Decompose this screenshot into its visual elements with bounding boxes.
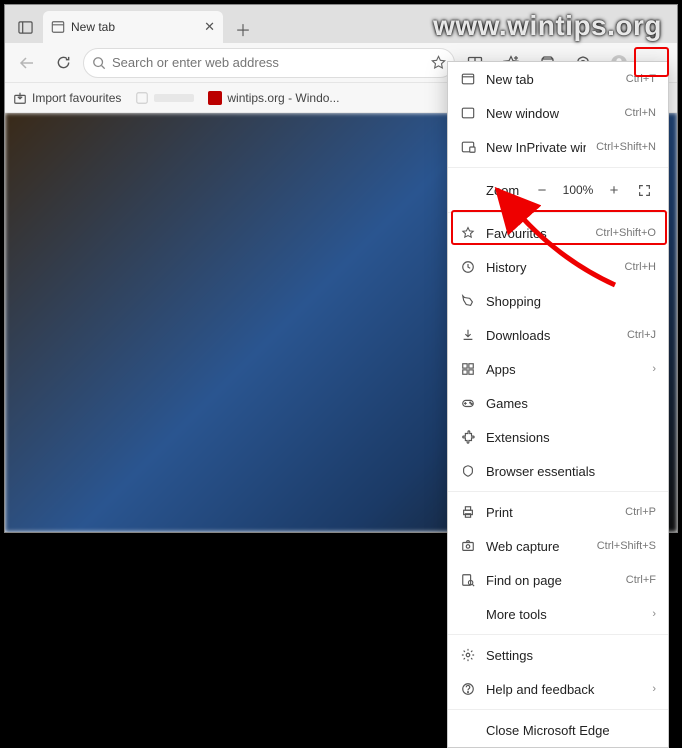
back-button[interactable] xyxy=(11,47,43,79)
tab-title: New tab xyxy=(71,20,115,34)
close-tab-icon[interactable]: ✕ xyxy=(204,19,215,35)
wintips-favicon xyxy=(208,91,222,105)
apps-icon xyxy=(460,362,476,376)
menu-apps[interactable]: Apps › xyxy=(448,352,668,386)
import-favourites-label: Import favourites xyxy=(32,91,121,105)
import-favourites-button[interactable]: Import favourites xyxy=(13,91,121,105)
menu-close-edge[interactable]: Close Microsoft Edge xyxy=(448,713,668,747)
menu-inprivate[interactable]: New InPrivate window Ctrl+Shift+N xyxy=(448,130,668,164)
browser-window: New tab ✕ ＋ ⋯ Import favourites xyxy=(4,4,678,533)
history-icon xyxy=(460,260,476,274)
import-icon xyxy=(13,91,27,105)
extensions-icon xyxy=(460,430,476,444)
address-bar[interactable] xyxy=(83,48,455,78)
menu-label: New tab xyxy=(486,72,616,87)
settings-menu: New tab Ctrl+T New window Ctrl+N New InP… xyxy=(447,61,669,748)
menu-new-tab[interactable]: New tab Ctrl+T xyxy=(448,62,668,96)
star-icon[interactable] xyxy=(431,55,446,70)
menu-games[interactable]: Games xyxy=(448,386,668,420)
menu-history[interactable]: History Ctrl+H xyxy=(448,250,668,284)
zoom-value: 100% xyxy=(560,183,596,197)
refresh-button[interactable] xyxy=(47,47,79,79)
tab-actions-icon[interactable] xyxy=(9,11,41,43)
help-icon xyxy=(460,682,476,696)
bookmark-label: wintips.org - Windo... xyxy=(227,91,339,105)
menu-downloads[interactable]: Downloads Ctrl+J xyxy=(448,318,668,352)
menu-help[interactable]: Help and feedback › xyxy=(448,672,668,706)
menu-new-window[interactable]: New window Ctrl+N xyxy=(448,96,668,130)
chevron-right-icon: › xyxy=(652,608,656,620)
menu-essentials[interactable]: Browser essentials xyxy=(448,454,668,488)
menu-shortcut: Ctrl+T xyxy=(626,73,656,85)
gear-icon xyxy=(460,648,476,662)
menu-find[interactable]: Find on page Ctrl+F xyxy=(448,563,668,597)
menu-favourites[interactable]: Favourites Ctrl+Shift+O xyxy=(448,216,668,250)
zoom-out-button[interactable]: − xyxy=(530,178,554,202)
games-icon xyxy=(460,396,476,410)
search-icon xyxy=(92,56,106,70)
tab-strip: New tab ✕ ＋ xyxy=(5,5,677,43)
fullscreen-icon[interactable] xyxy=(632,178,656,202)
capture-icon xyxy=(460,539,476,553)
menu-capture[interactable]: Web capture Ctrl+Shift+S xyxy=(448,529,668,563)
zoom-in-button[interactable]: + xyxy=(602,178,626,202)
new-tab-button[interactable]: ＋ xyxy=(229,15,257,43)
menu-extensions[interactable]: Extensions xyxy=(448,420,668,454)
chevron-right-icon: › xyxy=(652,683,656,695)
menu-print[interactable]: Print Ctrl+P xyxy=(448,495,668,529)
newtab-icon xyxy=(460,72,476,86)
heart-shield-icon xyxy=(460,464,476,478)
bookmark-wintips[interactable]: wintips.org - Windo... xyxy=(208,91,339,105)
address-input[interactable] xyxy=(112,55,425,70)
menu-zoom: Zoom − 100% + xyxy=(448,171,668,209)
inprivate-icon xyxy=(460,140,476,154)
star-plus-icon xyxy=(460,226,476,240)
download-icon xyxy=(460,328,476,342)
menu-shopping[interactable]: Shopping xyxy=(448,284,668,318)
bookmark-item[interactable] xyxy=(135,91,194,105)
newtab-page-icon xyxy=(51,20,65,34)
menu-more-tools[interactable]: More tools › xyxy=(448,597,668,631)
print-icon xyxy=(460,505,476,519)
window-icon xyxy=(460,106,476,120)
shopping-icon xyxy=(460,294,476,308)
chevron-right-icon: › xyxy=(652,363,656,375)
find-icon xyxy=(460,573,476,587)
menu-settings[interactable]: Settings xyxy=(448,638,668,672)
zoom-label: Zoom xyxy=(460,183,524,198)
browser-tab[interactable]: New tab ✕ xyxy=(43,11,223,43)
